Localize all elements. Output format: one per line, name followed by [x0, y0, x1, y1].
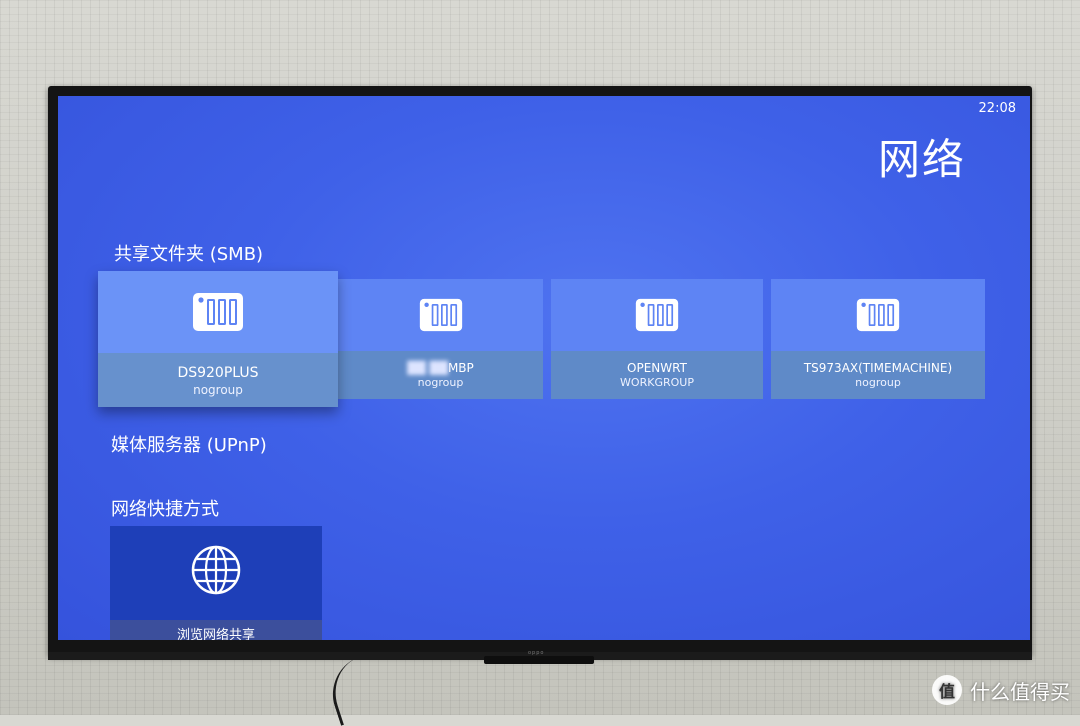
smb-share-card[interactable]: DS920PLUS nogroup: [98, 271, 338, 407]
share-workgroup: nogroup: [417, 376, 464, 389]
card-info-bar: OPENWRT WORKGROUP: [551, 351, 763, 399]
card-info-bar: DS920PLUS nogroup: [98, 353, 338, 407]
section-label-smb: 共享文件夹 (SMB): [114, 244, 264, 265]
globe-icon-wrap: [110, 544, 322, 596]
watermark-logo-icon: 值: [932, 675, 962, 705]
card-info-bar: ██ ██MBP nogroup: [338, 351, 543, 399]
tv-screen: 22:08 网络 共享文件夹 (SMB) DS920PLUS nogroup █…: [58, 96, 1030, 640]
card-icon-area: [551, 279, 763, 351]
share-name: ██ ██MBP: [407, 360, 474, 376]
share-workgroup: nogroup: [855, 376, 901, 389]
card-info-bar: TS973AX(TIMEMACHINE) nogroup: [771, 351, 985, 399]
tv-stand: [484, 656, 594, 664]
share-name: TS973AX(TIMEMACHINE): [803, 361, 953, 375]
share-name-suffix: MBP: [447, 361, 474, 375]
page-title: 网络: [877, 135, 966, 184]
share-name: OPENWRT: [627, 361, 687, 375]
nas-drive-icon: [635, 298, 679, 332]
section-label-shortcuts: 网络快捷方式: [111, 499, 219, 520]
card-icon-area: [771, 279, 985, 351]
watermark-text: 什么值得买: [970, 679, 1070, 704]
share-name-redacted: ██ ██: [407, 361, 448, 375]
tv-brand-logo: oppo: [528, 650, 545, 656]
nas-drive-icon: [193, 293, 243, 331]
card-icon-area: [338, 279, 543, 351]
nas-drive-icon: [419, 298, 462, 332]
section-label-upnp[interactable]: 媒体服务器 (UPnP): [111, 431, 267, 457]
share-name: DS920PLUS: [177, 364, 259, 381]
smb-share-card[interactable]: TS973AX(TIMEMACHINE) nogroup: [771, 279, 985, 399]
shortcut-label: 浏览网络共享: [110, 620, 322, 640]
nas-drive-icon: [856, 298, 900, 332]
share-workgroup: WORKGROUP: [620, 376, 694, 389]
card-icon-area: [98, 271, 338, 353]
site-watermark: 值 什么值得买: [932, 675, 1070, 705]
globe-icon: [191, 545, 241, 595]
smb-share-card[interactable]: ██ ██MBP nogroup: [338, 279, 543, 399]
status-clock: 22:08: [978, 101, 1016, 116]
smb-share-card[interactable]: OPENWRT WORKGROUP: [551, 279, 763, 399]
share-workgroup: nogroup: [193, 382, 243, 397]
browse-network-shares-tile[interactable]: 浏览网络共享: [110, 526, 322, 640]
